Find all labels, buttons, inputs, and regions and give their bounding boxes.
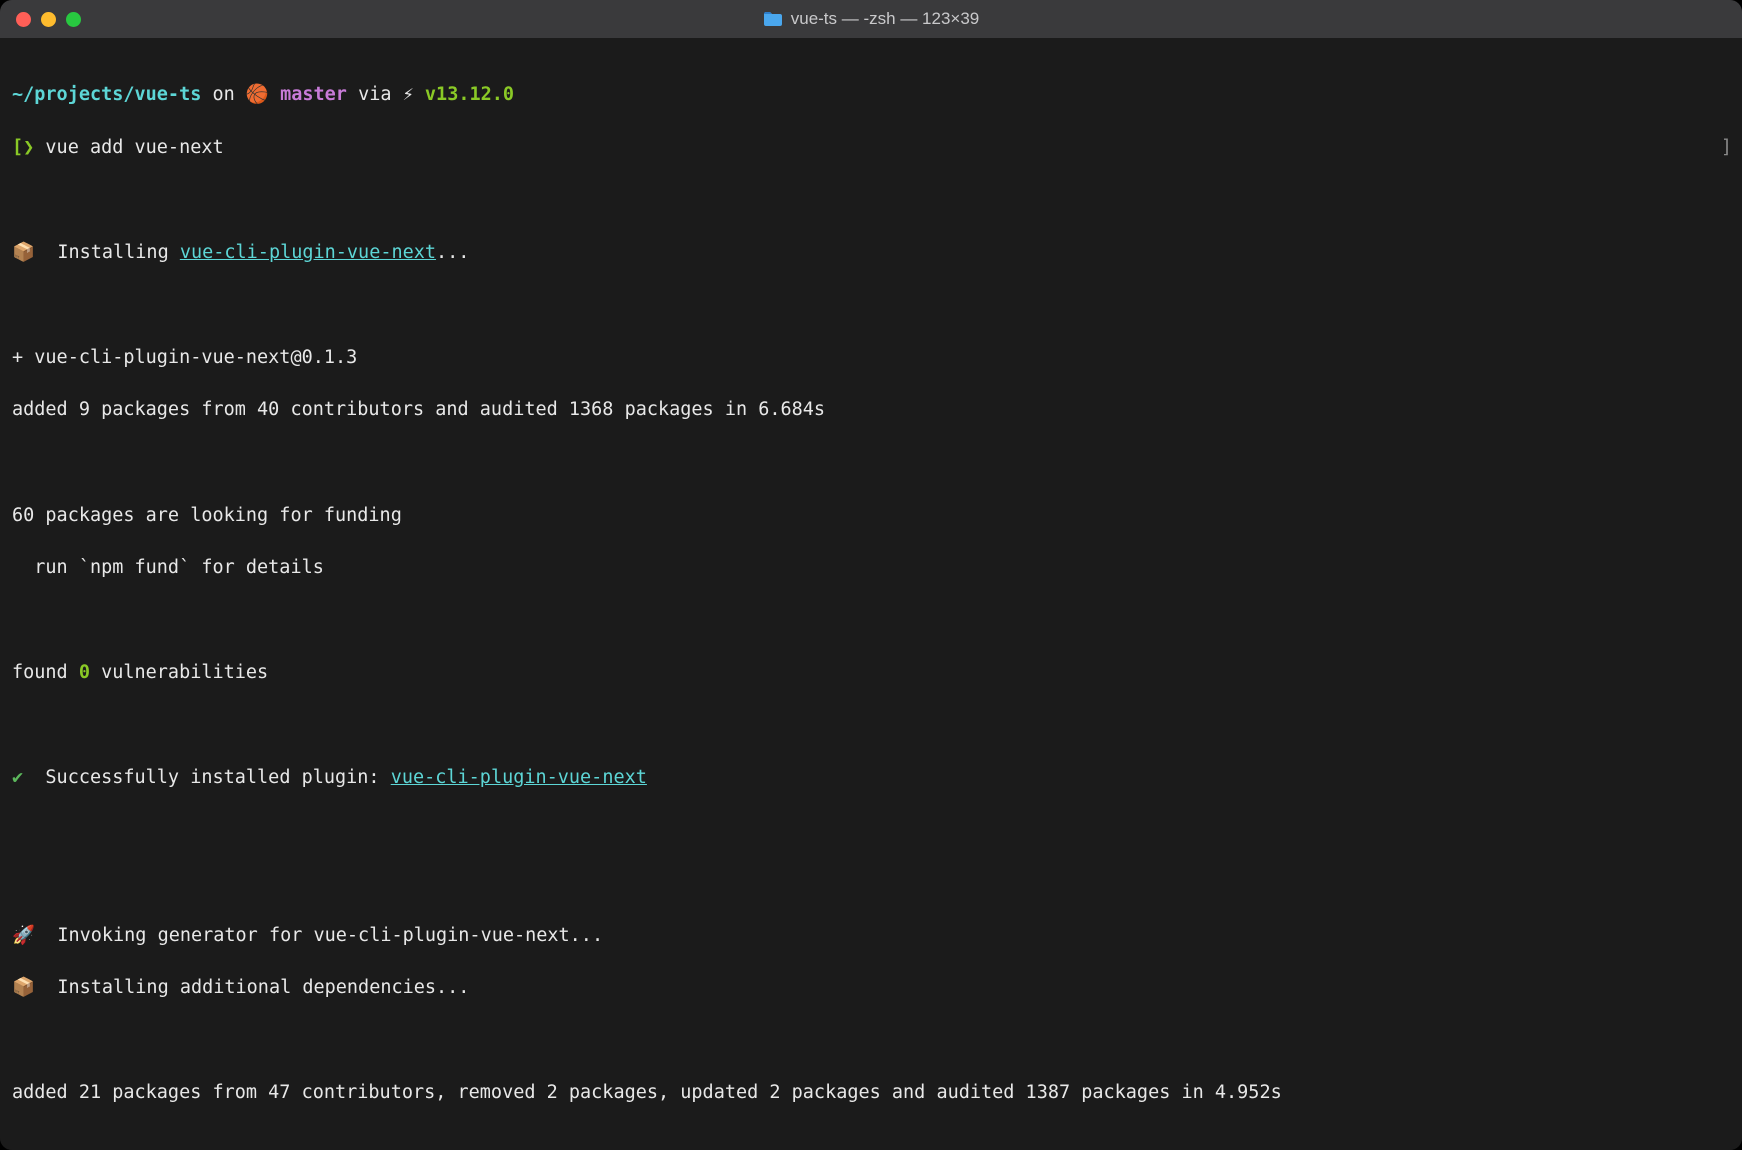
prompt-path: ~/projects/vue-ts <box>12 84 201 105</box>
close-icon[interactable] <box>16 12 31 27</box>
terminal-body[interactable]: ~/projects/vue-ts on 🏀 master via ⚡ v13.… <box>0 38 1742 1150</box>
blank-line <box>12 292 1730 318</box>
folder-icon <box>763 11 783 27</box>
blank-line <box>12 608 1730 634</box>
window-title: vue-ts — -zsh — 123×39 <box>0 7 1742 31</box>
command-line: [❯ vue add vue-next] <box>12 135 1730 161</box>
blank-line <box>12 450 1730 476</box>
output-line: 🚀 Invoking generator for vue-cli-plugin-… <box>12 923 1730 949</box>
output-line: 60 packages are looking for funding <box>12 503 1730 529</box>
blank-line <box>12 187 1730 213</box>
check-icon: ✔ <box>12 767 23 788</box>
vuln-count: 0 <box>79 662 90 683</box>
prompt-line-1: ~/projects/vue-ts on 🏀 master via ⚡ v13.… <box>12 82 1730 108</box>
window-controls <box>0 12 81 27</box>
lightning-icon: ⚡ <box>403 84 425 105</box>
blank-line <box>12 713 1730 739</box>
blank-line <box>12 818 1730 844</box>
terminal-window: vue-ts — -zsh — 123×39 ~/projects/vue-ts… <box>0 0 1742 1150</box>
output-line: added 21 packages from 47 contributors, … <box>12 1080 1730 1106</box>
output-line: run `npm fund` for details <box>12 555 1730 581</box>
blank-line <box>12 1133 1730 1150</box>
blank-line <box>12 1028 1730 1054</box>
output-line: added 9 packages from 40 contributors an… <box>12 397 1730 423</box>
titlebar[interactable]: vue-ts — -zsh — 123×39 <box>0 0 1742 38</box>
output-line: 📦 Installing vue-cli-plugin-vue-next... <box>12 240 1730 266</box>
basketball-icon: 🏀 <box>246 84 280 105</box>
prompt-arrow-icon: ❯ <box>23 137 34 158</box>
output-line: + vue-cli-plugin-vue-next@0.1.3 <box>12 345 1730 371</box>
minimize-icon[interactable] <box>41 12 56 27</box>
output-line: 📦 Installing additional dependencies... <box>12 975 1730 1001</box>
rocket-icon: 🚀 <box>12 925 46 946</box>
prompt-node-version: v13.12.0 <box>425 84 514 105</box>
window-title-text: vue-ts — -zsh — 123×39 <box>791 7 980 31</box>
maximize-icon[interactable] <box>66 12 81 27</box>
package-icon: 📦 <box>12 242 46 263</box>
command-text: vue add vue-next <box>34 137 223 158</box>
output-line: ✔ Successfully installed plugin: vue-cli… <box>12 765 1730 791</box>
prompt-branch: master <box>280 84 347 105</box>
package-name: vue-cli-plugin-vue-next <box>391 767 647 788</box>
blank-line <box>12 870 1730 896</box>
package-name: vue-cli-plugin-vue-next <box>180 242 436 263</box>
output-line: found 0 vulnerabilities <box>12 660 1730 686</box>
package-icon: 📦 <box>12 977 46 998</box>
